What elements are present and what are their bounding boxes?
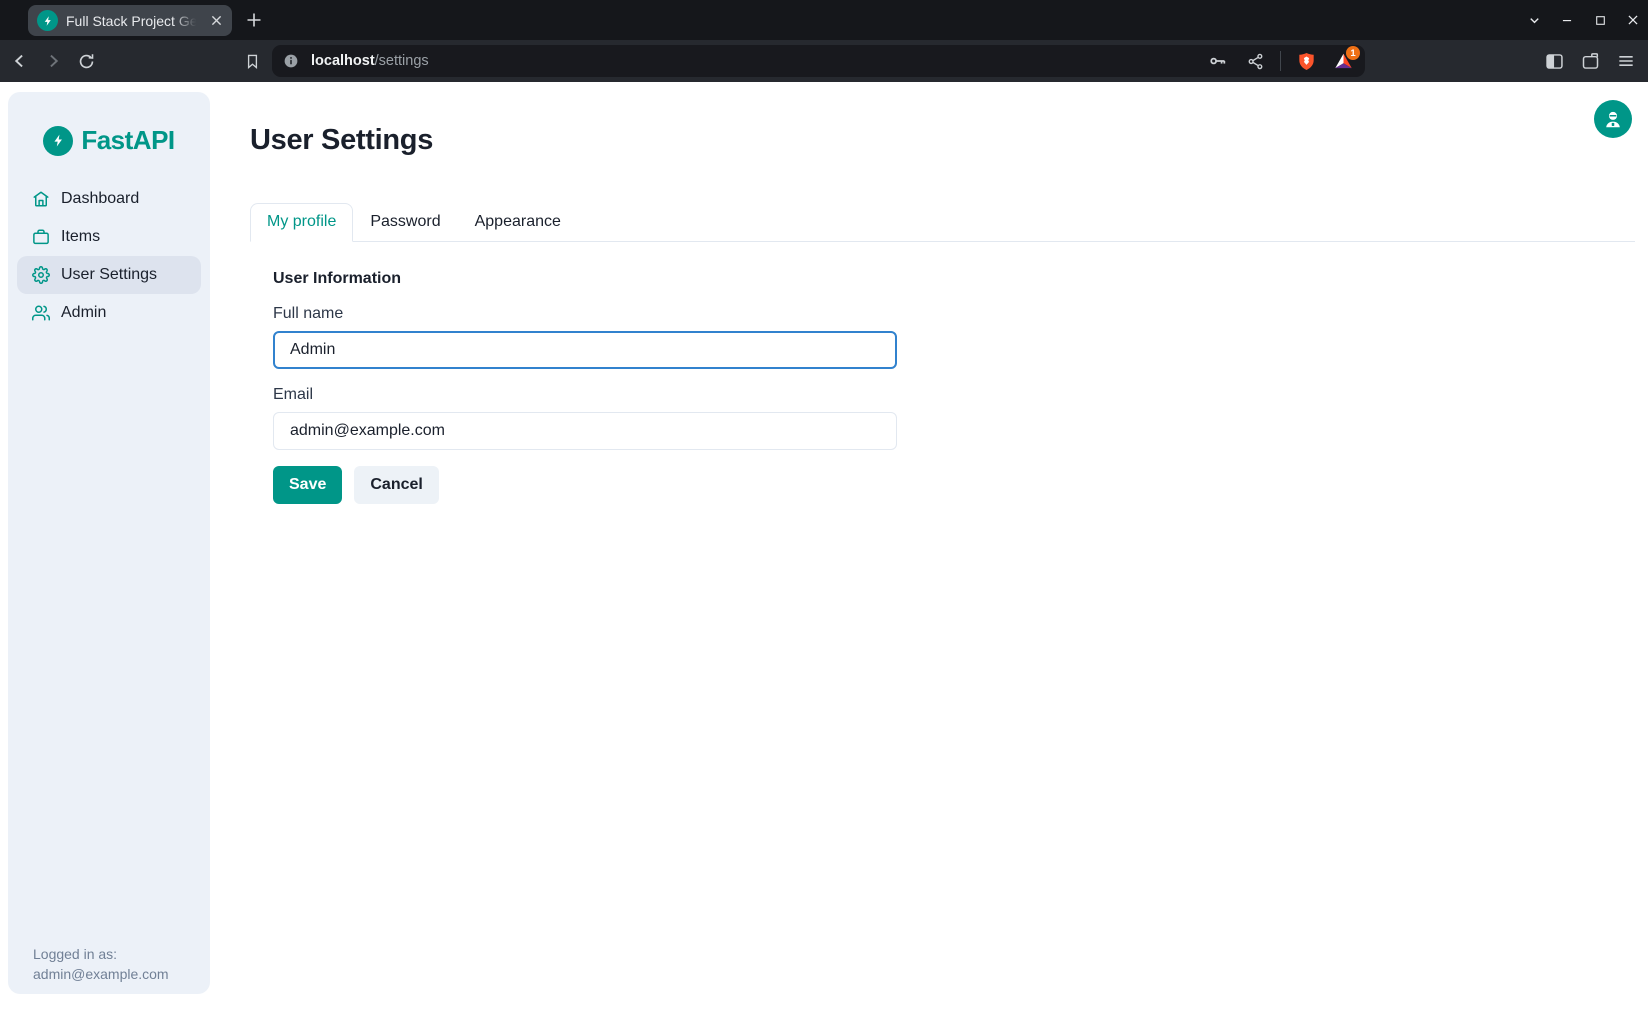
full-name-label: Full name [273,305,1635,323]
settings-tabs: My profile Password Appearance [250,203,1635,242]
logged-in-label: Logged in as: [33,944,202,964]
form-buttons: Save Cancel [273,466,1635,504]
divider [1280,51,1281,71]
url-path: /settings [375,53,429,69]
tab-search-chevron-icon[interactable] [1523,9,1545,31]
full-name-input[interactable] [273,331,897,369]
wallet-icon[interactable] [1578,49,1602,73]
logged-in-footer: Logged in as: admin@example.com [33,944,202,984]
main-content: User Settings My profile Password Appear… [250,82,1635,1025]
page-title: User Settings [250,124,1635,157]
sidebar-item-dashboard[interactable]: Dashboard [17,180,201,218]
app-page: FastAPI Dashboard Items User Settings [0,82,1648,1025]
bolt-icon [43,126,73,156]
sidebar-panel-icon[interactable] [1542,49,1566,73]
menu-icon[interactable] [1614,49,1638,73]
briefcase-icon [32,228,50,246]
url-host: localhost [311,53,375,69]
sidebar-item-label: User Settings [61,266,157,284]
tab-close-icon[interactable] [207,12,225,30]
back-icon[interactable] [8,49,32,73]
url-bar[interactable]: localhost/settings 1 [272,45,1365,77]
forward-icon[interactable] [41,49,65,73]
brave-rewards-icon[interactable]: 1 [1331,49,1355,73]
sidebar-item-label: Admin [61,304,106,322]
profile-panel: User Information Full name Email Save Ca… [250,270,1635,504]
sidebar-item-items[interactable]: Items [17,218,201,256]
maximize-icon[interactable] [1589,9,1611,31]
home-icon [32,190,50,208]
fastapi-logo[interactable]: FastAPI [8,125,210,156]
sidebar-item-label: Dashboard [61,190,139,208]
tab-title: Full Stack Project Genera [66,13,199,29]
minimize-icon[interactable] [1556,9,1578,31]
tab-my-profile[interactable]: My profile [250,203,353,242]
brave-shield-icon[interactable] [1294,49,1318,73]
logged-in-email: admin@example.com [33,964,202,984]
tab-appearance[interactable]: Appearance [458,203,578,242]
email-input[interactable] [273,412,897,450]
users-icon [32,304,50,322]
browser-tab[interactable]: Full Stack Project Genera [28,5,232,36]
bookmark-icon[interactable] [240,49,264,73]
save-button[interactable]: Save [273,466,342,504]
close-window-icon[interactable] [1622,9,1644,31]
tab-password[interactable]: Password [353,203,457,242]
site-info-icon[interactable] [282,52,300,70]
user-menu-button[interactable] [1594,100,1632,138]
user-avatar-icon [1602,108,1624,130]
cancel-button[interactable]: Cancel [354,466,438,504]
url-text: localhost/settings [311,53,1206,69]
logo-text: FastAPI [81,125,174,156]
sidebar-item-admin[interactable]: Admin [17,294,201,332]
gear-icon [32,266,50,284]
section-title: User Information [273,270,1635,288]
share-icon[interactable] [1243,49,1267,73]
rewards-badge: 1 [1346,46,1360,60]
window-controls [1523,0,1644,40]
fastapi-favicon-icon [37,10,58,31]
new-tab-icon[interactable] [243,9,265,31]
sidebar-item-user-settings[interactable]: User Settings [17,256,201,294]
browser-tab-bar: Full Stack Project Genera [0,0,1648,40]
key-icon[interactable] [1206,49,1230,73]
sidebar-nav: Dashboard Items User Settings Admin [8,180,210,332]
browser-toolbar: localhost/settings 1 [0,40,1648,82]
reload-icon[interactable] [74,49,98,73]
sidebar-item-label: Items [61,228,100,246]
email-label: Email [273,386,1635,404]
sidebar: FastAPI Dashboard Items User Settings [8,92,210,994]
